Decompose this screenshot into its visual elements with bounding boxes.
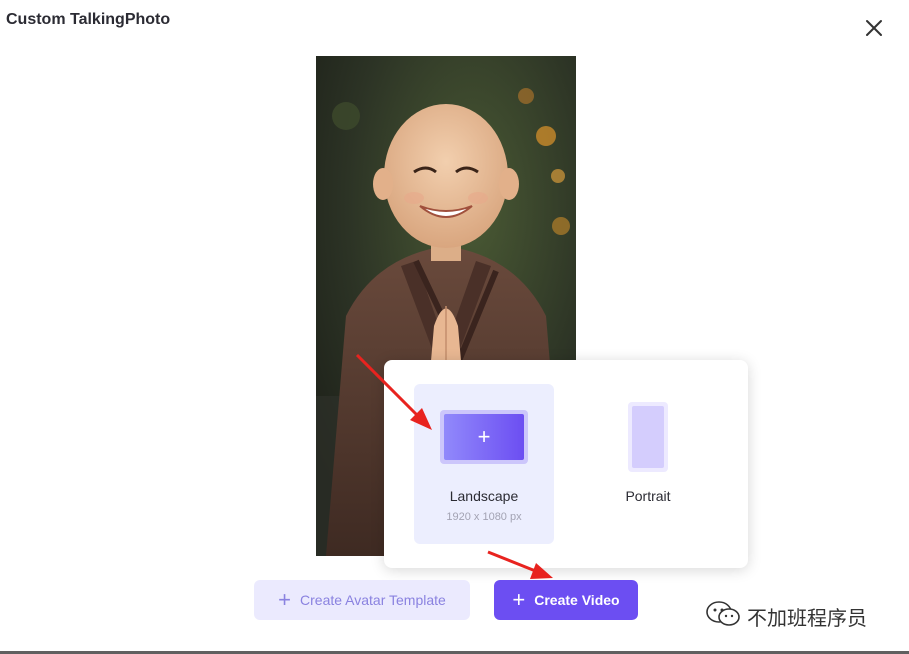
- watermark-text: 不加班程序员: [747, 606, 867, 630]
- portrait-frame-icon: [628, 402, 668, 472]
- close-icon[interactable]: [862, 16, 886, 40]
- portrait-option[interactable]: Portrait: [578, 384, 718, 544]
- create-avatar-template-button[interactable]: + Create Avatar Template: [254, 580, 470, 620]
- create-video-button[interactable]: + Create Video: [494, 580, 638, 620]
- dialog-title: Custom TalkingPhoto: [6, 11, 171, 28]
- wechat-logo-icon: [705, 600, 741, 633]
- portrait-label: Portrait: [625, 488, 671, 504]
- landscape-frame-icon: +: [440, 410, 528, 464]
- landscape-label: Landscape: [449, 488, 519, 504]
- watermark: 不加班程序员: [705, 600, 867, 633]
- create-avatar-template-label: Create Avatar Template: [300, 592, 446, 608]
- plus-icon: +: [278, 587, 292, 612]
- landscape-option[interactable]: + Landscape 1920 x 1080 px: [414, 384, 554, 544]
- video-format-popover: + Landscape 1920 x 1080 px Portrait: [384, 360, 748, 568]
- plus-icon: +: [444, 414, 524, 460]
- create-video-label: Create Video: [534, 592, 620, 608]
- landscape-resolution: 1920 x 1080 px: [446, 511, 522, 523]
- plus-icon: +: [512, 587, 526, 612]
